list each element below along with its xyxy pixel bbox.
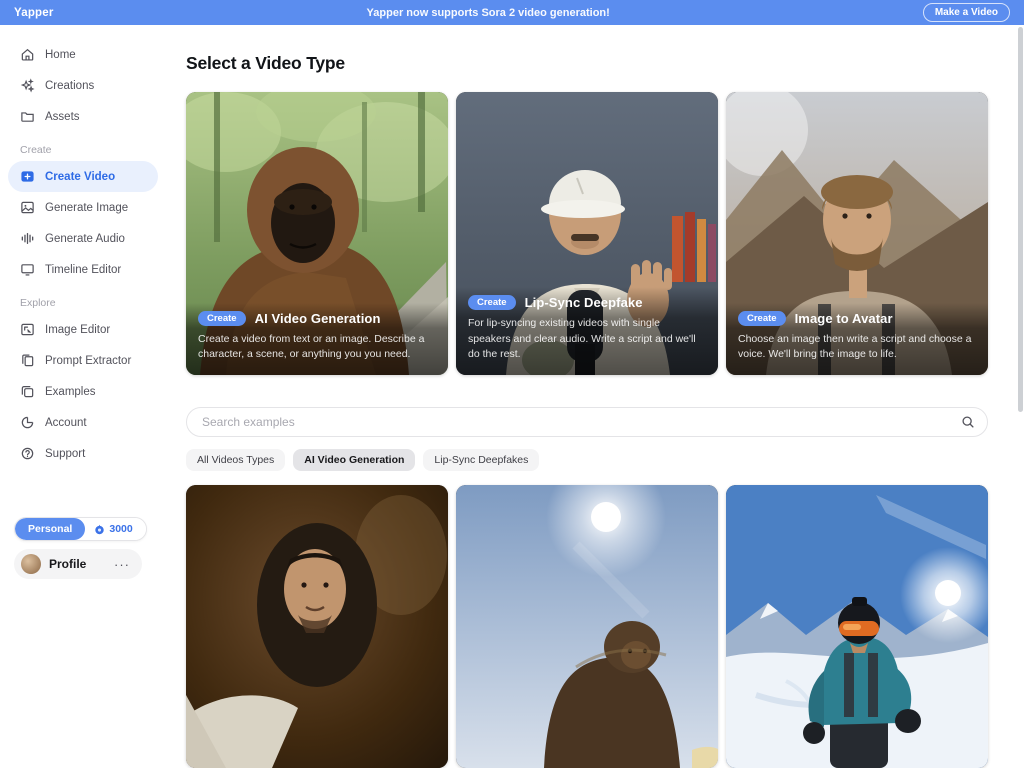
section-label-create: Create — [8, 132, 158, 161]
create-badge: Create — [468, 295, 516, 310]
image-icon — [20, 200, 35, 215]
sidebar-item-support[interactable]: Support — [8, 438, 158, 469]
help-circle-icon — [20, 446, 35, 461]
card-description: Create a video from text or an image. De… — [198, 332, 434, 364]
page-title: Select a Video Type — [186, 53, 1004, 74]
search-icon[interactable] — [961, 415, 975, 429]
filter-lip-sync-deepfakes[interactable]: Lip-Sync Deepfakes — [423, 449, 539, 471]
card-description: For lip-syncing existing videos with sin… — [468, 316, 704, 363]
card-title: Lip-Sync Deepfake — [525, 295, 643, 310]
section-label-explore: Explore — [8, 285, 158, 314]
sidebar-footer: Personal 3000 Profile ··· — [8, 517, 158, 579]
filter-ai-video-generation[interactable]: AI Video Generation — [293, 449, 415, 471]
bigfoot-sun-image — [456, 485, 718, 768]
create-badge: Create — [738, 311, 786, 326]
credits-count: 3000 — [109, 523, 132, 535]
sidebar-item-home[interactable]: Home — [8, 39, 158, 70]
sidebar-item-label: Generate Image — [45, 202, 128, 214]
sidebar-item-generate-audio[interactable]: Generate Audio — [8, 223, 158, 254]
main-content: Select a Video Type — [168, 25, 1024, 591]
card-overlay: Create Image to Avatar Choose an image t… — [726, 303, 988, 376]
card-description: Choose an image then write a script and … — [738, 332, 974, 364]
folder-icon — [20, 109, 35, 124]
credits-button[interactable]: 3000 — [85, 518, 145, 540]
sidebar-item-assets[interactable]: Assets — [8, 101, 158, 132]
page-scrollbar[interactable] — [1017, 27, 1023, 589]
sidebar-item-label: Timeline Editor — [45, 264, 121, 276]
top-banner: Yapper Yapper now supports Sora 2 video … — [0, 0, 1024, 25]
monitor-icon — [20, 262, 35, 277]
card-title: AI Video Generation — [255, 311, 381, 326]
coin-icon — [94, 524, 105, 535]
sidebar-item-prompt-extractor[interactable]: Prompt Extractor — [8, 345, 158, 376]
scrollbar-thumb[interactable] — [1018, 27, 1023, 412]
sidebar-item-label: Prompt Extractor — [45, 355, 131, 367]
sidebar-item-label: Account — [45, 417, 87, 429]
search-bar — [186, 407, 988, 437]
example-video-snowboarder[interactable] — [726, 485, 988, 768]
sidebar-item-label: Support — [45, 448, 85, 460]
card-overlay: Create AI Video Generation Create a vide… — [186, 303, 448, 376]
sidebar-item-account[interactable]: Account — [8, 407, 158, 438]
example-video-cave-selfie[interactable] — [186, 485, 448, 768]
card-ai-video-generation[interactable]: Create AI Video Generation Create a vide… — [186, 92, 448, 375]
card-title: Image to Avatar — [795, 311, 893, 326]
announcement-text: Yapper now supports Sora 2 video generat… — [64, 7, 913, 19]
sidebar-item-create-video[interactable]: Create Video — [8, 161, 158, 192]
video-plus-icon — [20, 169, 35, 184]
sidebar-item-label: Creations — [45, 80, 94, 92]
more-icon[interactable]: ··· — [114, 558, 130, 571]
copy-icon — [20, 353, 35, 368]
long-haired-man-cave-image — [186, 485, 448, 768]
sidebar-item-label: Assets — [45, 111, 80, 123]
stack-icon — [20, 384, 35, 399]
profile-label: Profile — [49, 557, 106, 571]
video-type-cards: Create AI Video Generation Create a vide… — [186, 92, 1004, 375]
sidebar-item-creations[interactable]: Creations — [8, 70, 158, 101]
sidebar-item-generate-image[interactable]: Generate Image — [8, 192, 158, 223]
make-a-video-button[interactable]: Make a Video — [923, 3, 1010, 22]
sidebar-item-label: Home — [45, 49, 76, 61]
sidebar: Home Creations Assets Create Create Vide… — [0, 25, 168, 591]
search-input[interactable] — [186, 407, 988, 437]
sidebar-item-examples[interactable]: Examples — [8, 376, 158, 407]
sidebar-item-label: Generate Audio — [45, 233, 125, 245]
sidebar-item-label: Examples — [45, 386, 96, 398]
profile-row[interactable]: Profile ··· — [14, 549, 142, 579]
card-image-to-avatar[interactable]: Create Image to Avatar Choose an image t… — [726, 92, 988, 375]
create-badge: Create — [198, 311, 246, 326]
sparkles-icon — [20, 78, 35, 93]
home-icon — [20, 47, 35, 62]
example-video-bigfoot-sun[interactable] — [456, 485, 718, 768]
image-edit-icon — [20, 322, 35, 337]
sidebar-item-image-editor[interactable]: Image Editor — [8, 314, 158, 345]
avatar — [21, 554, 41, 574]
personal-plan-button[interactable]: Personal — [15, 518, 85, 540]
filter-all-video-types[interactable]: All Videos Types — [186, 449, 285, 471]
plan-switcher: Personal 3000 — [14, 517, 147, 541]
example-video-grid — [186, 485, 1004, 768]
sidebar-item-label: Create Video — [45, 171, 115, 183]
filter-chips: All Videos Types AI Video Generation Lip… — [186, 449, 1004, 471]
sidebar-item-label: Image Editor — [45, 324, 110, 336]
card-overlay: Create Lip-Sync Deepfake For lip-syncing… — [456, 287, 718, 375]
brand-logo[interactable]: Yapper — [14, 7, 54, 19]
app-shell: Home Creations Assets Create Create Vide… — [0, 0, 1024, 591]
snowboarder-image — [726, 485, 988, 768]
card-lip-sync-deepfake[interactable]: Create Lip-Sync Deepfake For lip-syncing… — [456, 92, 718, 375]
sidebar-item-timeline-editor[interactable]: Timeline Editor — [8, 254, 158, 285]
waveform-icon — [20, 231, 35, 246]
pie-chart-icon — [20, 415, 35, 430]
